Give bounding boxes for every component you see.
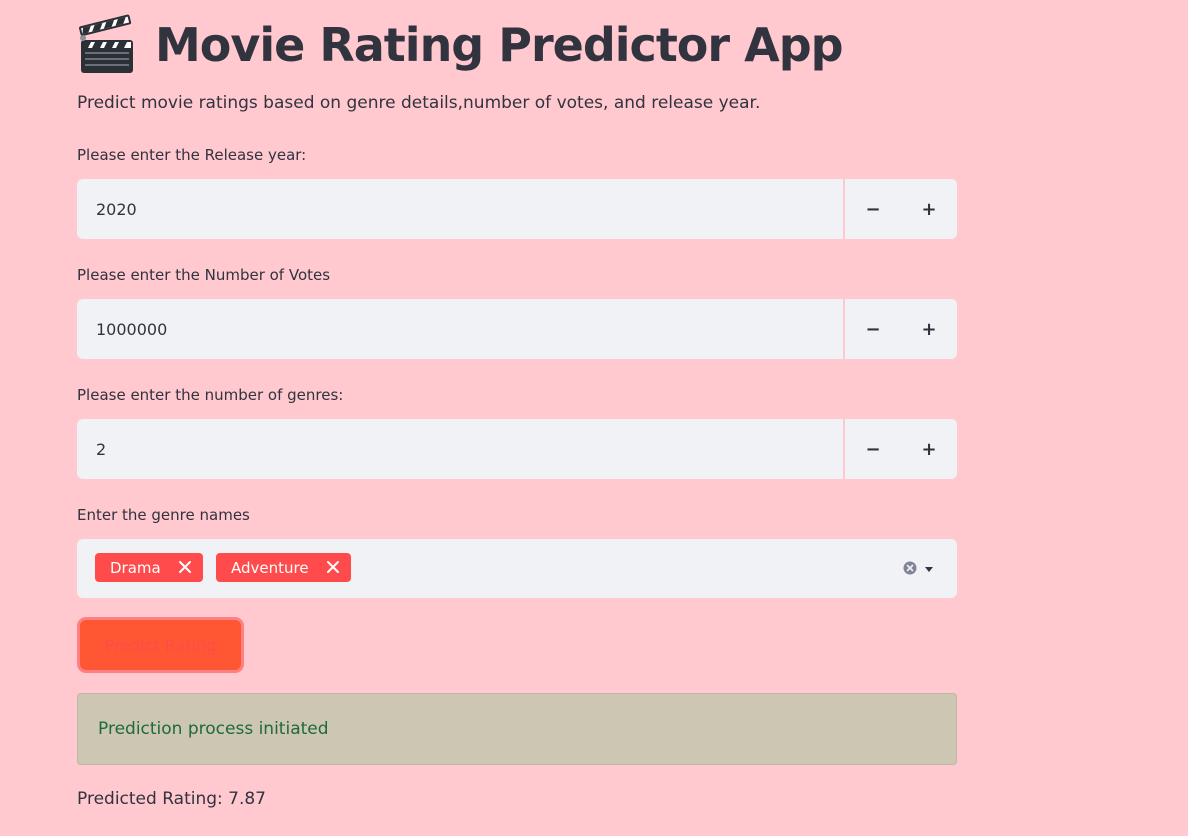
num-votes-input-group: − + <box>77 299 957 359</box>
num-genres-label: Please enter the number of genres: <box>77 386 344 404</box>
num-genres-increment-button[interactable]: + <box>901 419 957 479</box>
num-genres-input[interactable] <box>77 419 843 479</box>
success-alert: Prediction process initiated <box>77 693 957 765</box>
remove-tag-icon[interactable] <box>177 559 193 575</box>
predict-rating-button[interactable]: Predict Rating <box>77 617 244 673</box>
num-votes-input[interactable] <box>77 299 843 359</box>
page-title: Movie Rating Predictor App <box>155 18 844 72</box>
clear-all-icon[interactable] <box>903 561 917 575</box>
genre-tag: Adventure <box>216 553 351 582</box>
alert-message: Prediction process initiated <box>98 719 329 739</box>
app-page: Movie Rating Predictor App Predict movie… <box>0 0 1188 836</box>
genre-tag: Drama <box>95 553 203 582</box>
num-genres-decrement-button[interactable]: − <box>845 419 901 479</box>
genre-tag-label: Adventure <box>231 558 309 577</box>
num-votes-stepper: − + <box>843 299 957 359</box>
num-votes-decrement-button[interactable]: − <box>845 299 901 359</box>
title-row: Movie Rating Predictor App <box>77 12 844 78</box>
remove-tag-icon[interactable] <box>325 559 341 575</box>
num-votes-label: Please enter the Number of Votes <box>77 266 331 284</box>
release-year-decrement-button[interactable]: − <box>845 179 901 239</box>
page-subtitle: Predict movie ratings based on genre det… <box>77 93 761 113</box>
num-genres-stepper: − + <box>843 419 957 479</box>
chevron-down-icon[interactable] <box>923 564 935 574</box>
num-votes-increment-button[interactable]: + <box>901 299 957 359</box>
num-genres-input-group: − + <box>77 419 957 479</box>
release-year-label: Please enter the Release year: <box>77 146 307 164</box>
release-year-stepper: − + <box>843 179 957 239</box>
genres-multiselect[interactable]: Drama Adventure <box>77 539 957 598</box>
genres-label: Enter the genre names <box>77 506 250 524</box>
release-year-increment-button[interactable]: + <box>901 179 957 239</box>
release-year-input[interactable] <box>77 179 843 239</box>
clapper-board-icon <box>79 14 133 73</box>
release-year-input-group: − + <box>77 179 957 239</box>
genre-tag-label: Drama <box>110 558 161 577</box>
predicted-rating-text: Predicted Rating: 7.87 <box>77 789 267 809</box>
